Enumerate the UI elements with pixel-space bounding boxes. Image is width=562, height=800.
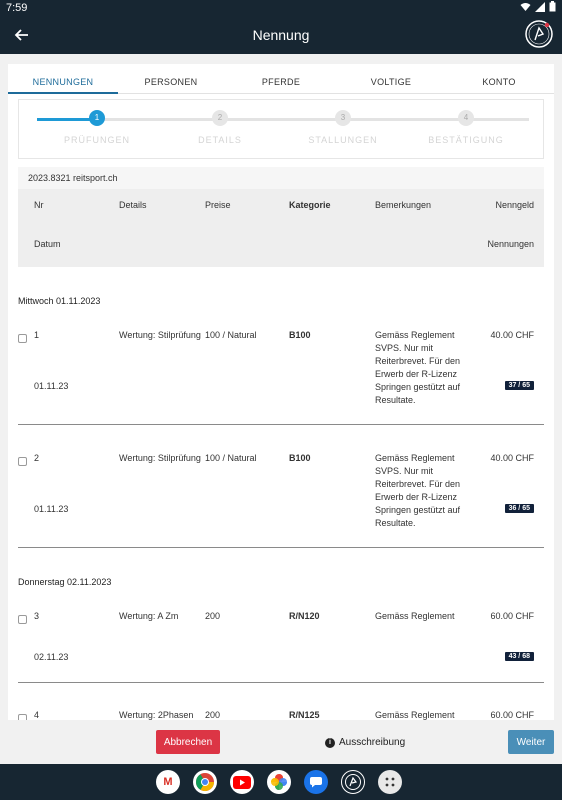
row-nenngeld: 60.00 CHF <box>490 710 534 720</box>
tab-personen[interactable]: PERSONEN <box>121 77 221 87</box>
step-progress-line <box>37 118 97 121</box>
row-details: Wertung: Stilprüfung <box>119 453 201 463</box>
row-bemerkungen: Gemäss Reglement <box>375 611 455 621</box>
row-kategorie: R/N125 <box>289 710 320 720</box>
wifi-icon <box>520 2 531 11</box>
row-nenngeld: 60.00 CHF <box>490 611 534 621</box>
step-2-label: DETAILS <box>198 135 242 145</box>
youtube-icon[interactable] <box>230 770 254 794</box>
row-checkbox[interactable] <box>18 457 27 466</box>
step-1-label: PRÜFUNGEN <box>63 135 130 145</box>
status-time: 7:59 <box>6 2 28 14</box>
system-dock: M <box>0 764 562 800</box>
app-bar: Nennung <box>0 16 562 54</box>
row-bemerkungen: Gemäss Reglement SVPS. Nur mit Reiterbre… <box>375 330 461 405</box>
header-datum: Datum <box>34 239 61 249</box>
gmail-icon[interactable]: M <box>156 770 180 794</box>
tab-pferde[interactable]: PFERDE <box>231 77 331 87</box>
table-row[interactable]: 2 Wertung: Stilprüfung 100 / Natural B10… <box>18 453 544 543</box>
row-preise: 200 <box>205 611 221 621</box>
row-checkbox[interactable] <box>18 334 27 343</box>
table-row[interactable]: 3 Wertung: A Zm 200 R/N120 Gemäss Reglem… <box>18 611 544 671</box>
header-preise: Preise <box>205 200 231 210</box>
header-nr: Nr <box>34 200 44 210</box>
row-datum: 01.11.23 <box>34 504 69 514</box>
footer-actions: Abbrechen i Ausschreibung Weiter <box>0 720 562 764</box>
header-bemerkungen: Bemerkungen <box>375 200 432 210</box>
battery-icon <box>549 1 556 12</box>
row-preise: 100 / Natural <box>205 453 257 463</box>
row-nr: 2 <box>34 453 40 463</box>
messages-icon[interactable] <box>304 770 328 794</box>
row-details: Wertung: Stilprüfung <box>119 330 201 340</box>
row-kategorie: B100 <box>289 453 311 463</box>
row-details: Wertung: 2Phasen <box>119 710 194 720</box>
cancel-button[interactable]: Abbrechen <box>156 730 220 754</box>
row-bemerkungen: Gemäss Reglement SVPS. Nur mit Reiterbre… <box>375 453 461 528</box>
tab-nennungen[interactable]: NENNUNGEN <box>8 77 118 87</box>
row-nr: 4 <box>34 710 40 720</box>
day-heading: Donnerstag 02.11.2023 <box>18 577 112 587</box>
main-card: NENNUNGEN PERSONEN PFERDE VOLTIGE KONTO … <box>8 64 554 720</box>
organizer-label: 2023.8321 reitsport.ch <box>18 167 544 189</box>
step-4-dot: 4 <box>458 110 474 126</box>
tab-voltige[interactable]: VOLTIGE <box>341 77 441 87</box>
app-logo-icon <box>525 20 553 48</box>
status-bar: 7:59 <box>0 0 562 16</box>
row-checkbox[interactable] <box>18 615 27 624</box>
header-kategorie[interactable]: Kategorie <box>289 200 331 210</box>
table-row[interactable]: 1 Wertung: Stilprüfung 100 / Natural B10… <box>18 330 544 420</box>
row-nenngeld: 40.00 CHF <box>490 330 534 340</box>
chrome-icon[interactable] <box>193 770 217 794</box>
info-icon: i <box>325 737 335 748</box>
step-3-dot: 3 <box>335 110 351 126</box>
header-nenngeld: Nenngeld <box>495 200 534 210</box>
row-divider <box>18 682 544 683</box>
row-details: Wertung: A Zm <box>119 611 179 621</box>
status-icons <box>520 1 556 12</box>
row-nenngeld: 40.00 CHF <box>490 453 534 463</box>
row-bemerkungen: Gemäss Reglement <box>375 710 455 720</box>
active-tab-indicator <box>8 92 118 94</box>
step-4-label: BESTÄTIGUNG <box>428 135 504 145</box>
header-details: Details <box>119 200 147 210</box>
row-datum: 01.11.23 <box>34 381 69 391</box>
row-kategorie: R/N120 <box>289 611 320 621</box>
day-heading: Mittwoch 01.11.2023 <box>18 296 101 306</box>
row-divider <box>18 424 544 425</box>
header-nennungen: Nennungen <box>487 239 534 249</box>
signal-icon <box>535 1 545 12</box>
ausschreibung-link[interactable]: i Ausschreibung <box>325 737 405 748</box>
next-button[interactable]: Weiter <box>508 730 554 754</box>
row-kategorie: B100 <box>289 330 311 340</box>
tab-bar: NENNUNGEN PERSONEN PFERDE VOLTIGE KONTO <box>8 64 554 94</box>
row-nennungen-badge: 43 / 68 <box>504 652 534 661</box>
table-header: 2023.8321 reitsport.ch Nr Details Preise… <box>18 167 544 267</box>
app-logo-icon[interactable] <box>341 770 365 794</box>
table-row[interactable]: 4 Wertung: 2Phasen 200 R/N125 Gemäss Reg… <box>18 710 544 720</box>
row-nennungen-badge: 37 / 65 <box>504 381 534 390</box>
row-preise: 200 <box>205 710 221 720</box>
tab-konto[interactable]: KONTO <box>449 77 549 87</box>
row-datum: 02.11.23 <box>34 652 69 662</box>
step-1-dot: 1 <box>89 110 105 126</box>
row-divider <box>18 547 544 548</box>
row-preise: 100 / Natural <box>205 330 257 340</box>
row-nennungen-badge: 36 / 65 <box>504 504 534 513</box>
photos-icon[interactable] <box>267 770 291 794</box>
stepper: 1 2 3 4 PRÜFUNGEN DETAILS STALLUNGEN BES… <box>18 99 544 159</box>
row-nr: 3 <box>34 611 40 621</box>
ausschreibung-label: Ausschreibung <box>339 737 406 748</box>
row-nr: 1 <box>34 330 40 340</box>
step-2-dot: 2 <box>212 110 228 126</box>
page-title: Nennung <box>252 27 310 43</box>
app-drawer-icon[interactable] <box>378 770 402 794</box>
step-3-label: STALLUNGEN <box>308 135 378 145</box>
